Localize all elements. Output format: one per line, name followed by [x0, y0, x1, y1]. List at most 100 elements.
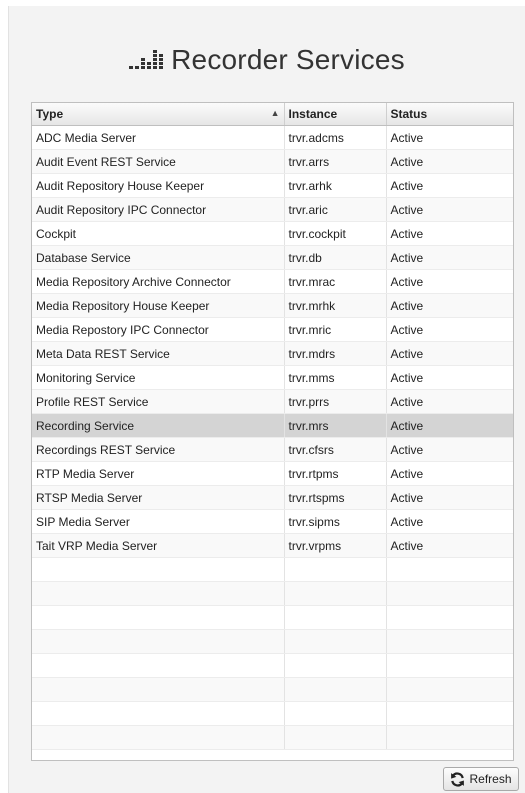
- cell-type: Media Repostory IPC Connector: [32, 317, 285, 342]
- cell-status: Active: [386, 533, 513, 558]
- cell-type: Media Repository House Keeper: [32, 293, 285, 318]
- column-header-label: Instance: [288, 107, 338, 121]
- equalizer-bars-icon: [129, 49, 165, 71]
- refresh-button[interactable]: Refresh: [443, 767, 519, 791]
- cell-status: Active: [386, 125, 513, 150]
- cell-status: [386, 677, 513, 702]
- cell-instance: trvr.adcms: [284, 125, 387, 150]
- page-title: Recorder Services: [171, 44, 405, 75]
- cell-type: Recording Service: [32, 413, 285, 438]
- empty-table-row: [32, 701, 513, 726]
- table-row[interactable]: Media Repository House Keeper trvr.mrhk Ac…: [32, 293, 513, 318]
- empty-table-row: [32, 629, 513, 654]
- table-row[interactable]: Profile REST Service trvr.prrs Active: [32, 389, 513, 414]
- table-row[interactable]: Meta Data REST Service trvr.mdrs Active: [32, 341, 513, 366]
- cell-instance: trvr.mric: [284, 317, 387, 342]
- cell-type: [32, 677, 285, 702]
- cell-instance: trvr.cfsrs: [284, 437, 387, 462]
- cell-status: [386, 557, 513, 582]
- cell-type: [32, 629, 285, 654]
- table-row[interactable]: Tait VRP Media Server trvr.vrpms Active: [32, 533, 513, 558]
- cell-status: Active: [386, 437, 513, 462]
- cell-status: Active: [386, 389, 513, 414]
- cell-instance: trvr.mms: [284, 365, 387, 390]
- cell-type: Recordings REST Service: [32, 437, 285, 462]
- cell-status: Active: [386, 461, 513, 486]
- cell-status: Active: [386, 245, 513, 270]
- table-row[interactable]: Media Repository Archive Connector trvr.m…: [32, 269, 513, 294]
- cell-status: [386, 701, 513, 726]
- table-row[interactable]: RTP Media Server trvr.rtpms Active: [32, 461, 513, 486]
- empty-table-row: [32, 677, 513, 702]
- cell-type: Media Repository Archive Connector: [32, 269, 285, 294]
- cell-status: Active: [386, 269, 513, 294]
- empty-table-row: [32, 605, 513, 630]
- cell-status: Active: [386, 413, 513, 438]
- cell-status: [386, 581, 513, 606]
- empty-table-row: [32, 557, 513, 582]
- table-row[interactable]: Audit Repository House Keeper trvr.arhk Ac…: [32, 173, 513, 198]
- cell-instance: trvr.cockpit: [284, 221, 387, 246]
- column-header-instance[interactable]: Instance: [284, 103, 387, 126]
- cell-instance: trvr.db: [284, 245, 387, 270]
- cell-type: ADC Media Server: [32, 125, 285, 150]
- cell-instance: [284, 629, 387, 654]
- table-row[interactable]: Audit Repository IPC Connector trvr.aric A…: [32, 197, 513, 222]
- cell-instance: [284, 701, 387, 726]
- cell-instance: trvr.prrs: [284, 389, 387, 414]
- cell-instance: [284, 653, 387, 678]
- cell-type: Cockpit: [32, 221, 285, 246]
- cell-status: Active: [386, 509, 513, 534]
- cell-type: Meta Data REST Service: [32, 341, 285, 366]
- cell-instance: trvr.rtpms: [284, 461, 387, 486]
- cell-status: [386, 605, 513, 630]
- table-row[interactable]: Recordings REST Service trvr.cfsrs Active: [32, 437, 513, 462]
- cell-status: [386, 653, 513, 678]
- refresh-button-label: Refresh: [469, 772, 512, 786]
- services-table[interactable]: Type ▲ Instance Status ADC Media Server t…: [31, 102, 514, 761]
- cell-status: Active: [386, 149, 513, 174]
- cell-instance: trvr.sipms: [284, 509, 387, 534]
- cell-type: [32, 605, 285, 630]
- cell-status: Active: [386, 293, 513, 318]
- empty-table-row: [32, 725, 513, 750]
- table-row[interactable]: Database Service trvr.db Active: [32, 245, 513, 270]
- cell-type: Audit Repository IPC Connector: [32, 197, 285, 222]
- cell-type: RTP Media Server: [32, 461, 285, 486]
- cell-type: [32, 701, 285, 726]
- cell-type: Audit Event REST Service: [32, 149, 285, 174]
- cell-instance: [284, 605, 387, 630]
- cell-type: [32, 581, 285, 606]
- cell-type: [32, 725, 285, 750]
- cell-instance: [284, 725, 387, 750]
- table-row[interactable]: ADC Media Server trvr.adcms Active: [32, 125, 513, 150]
- cell-type: Tait VRP Media Server: [32, 533, 285, 558]
- cell-instance: [284, 557, 387, 582]
- cell-status: [386, 629, 513, 654]
- cell-status: Active: [386, 365, 513, 390]
- cell-type: SIP Media Server: [32, 509, 285, 534]
- table-row[interactable]: Cockpit trvr.cockpit Active: [32, 221, 513, 246]
- empty-table-row: [32, 653, 513, 678]
- cell-instance: trvr.arhk: [284, 173, 387, 198]
- cell-type: Database Service: [32, 245, 285, 270]
- table-row[interactable]: Monitoring Service trvr.mms Active: [32, 365, 513, 390]
- table-header-row: Type ▲ Instance Status: [32, 103, 513, 126]
- cell-instance: trvr.vrpms: [284, 533, 387, 558]
- table-row[interactable]: SIP Media Server trvr.sipms Active: [32, 509, 513, 534]
- column-header-label: Status: [390, 107, 428, 121]
- cell-status: Active: [386, 485, 513, 510]
- table-row[interactable]: Media Repostory IPC Connector trvr.mric Ac…: [32, 317, 513, 342]
- table-row[interactable]: Audit Event REST Service trvr.arrs Active: [32, 149, 513, 174]
- cell-instance: trvr.arrs: [284, 149, 387, 174]
- cell-instance: trvr.rtspms: [284, 485, 387, 510]
- cell-status: Active: [386, 221, 513, 246]
- cell-type: RTSP Media Server: [32, 485, 285, 510]
- table-row[interactable]: RTSP Media Server trvr.rtspms Active: [32, 485, 513, 510]
- cell-status: [386, 725, 513, 750]
- table-row[interactable]: Recording Service trvr.mrs Active: [32, 413, 513, 438]
- cell-instance: trvr.mrs: [284, 413, 387, 438]
- column-header-status[interactable]: Status: [386, 103, 513, 126]
- column-header-type[interactable]: Type ▲: [32, 103, 285, 126]
- column-header-label: Type: [36, 107, 64, 121]
